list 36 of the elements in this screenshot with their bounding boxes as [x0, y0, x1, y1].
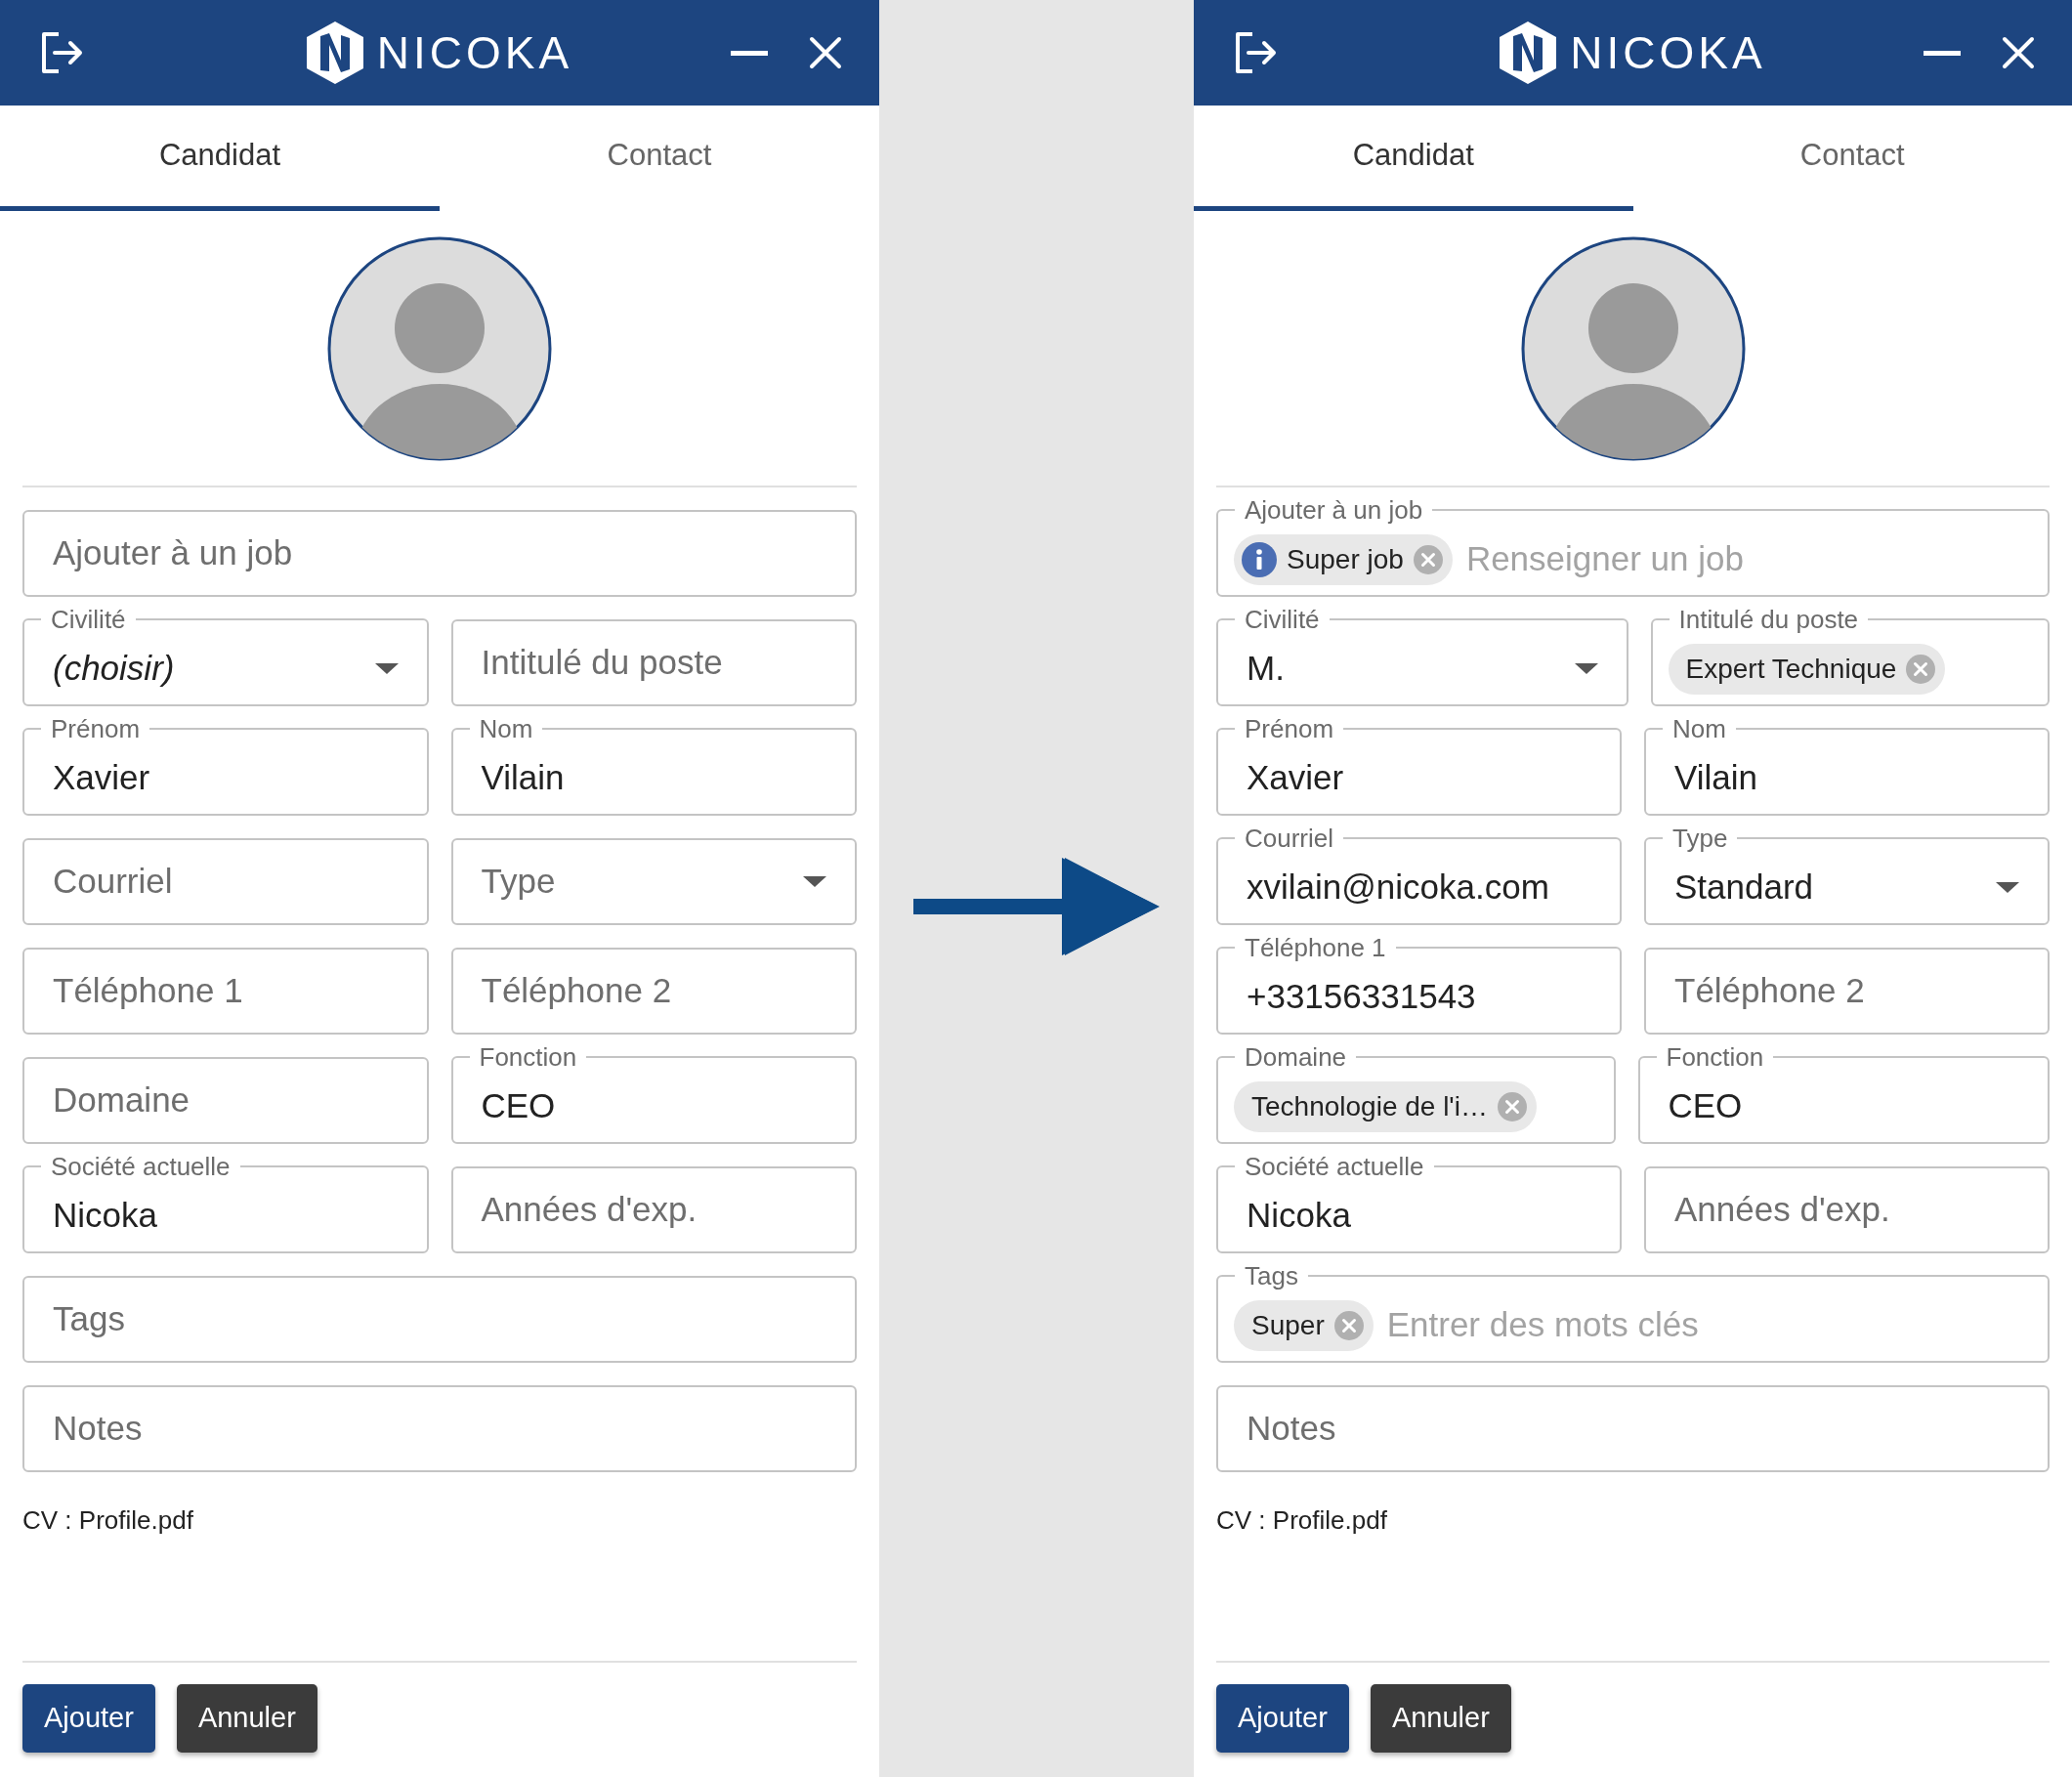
- dropdown-caret-icon: [374, 663, 399, 674]
- chip-label: Expert Technique: [1685, 652, 1897, 686]
- cancel-button[interactable]: Annuler: [176, 1684, 317, 1753]
- dropdown-caret-icon: [803, 876, 826, 887]
- cancel-button[interactable]: Annuler: [1370, 1684, 1511, 1753]
- brand-name: NICOKA: [376, 30, 573, 75]
- close-icon[interactable]: [809, 36, 842, 69]
- text-field[interactable]: Domaine: [22, 1057, 429, 1144]
- text-field[interactable]: Téléphone 1: [22, 948, 429, 1035]
- dropdown-caret-icon: [1574, 663, 1598, 674]
- submit-button[interactable]: Ajouter: [22, 1684, 155, 1753]
- text-field[interactable]: Intitulé du poste: [450, 619, 857, 706]
- text-field[interactable]: Téléphone 2: [1644, 948, 2050, 1035]
- text-field[interactable]: Notes: [22, 1385, 857, 1472]
- minimize-icon[interactable]: [1924, 50, 1961, 56]
- text-field[interactable]: Tags: [22, 1276, 857, 1363]
- chip-label: Technologie de l'i…: [1251, 1089, 1488, 1123]
- chips-field[interactable]: Ajouter à un job: [22, 510, 857, 597]
- brand-name: NICOKA: [1570, 30, 1766, 75]
- select-field[interactable]: Type: [450, 838, 857, 925]
- cv-filename: CV : Profile.pdf: [1216, 1504, 1387, 1537]
- cv-filename: CV : Profile.pdf: [22, 1504, 193, 1537]
- logo-icon: [306, 21, 363, 84]
- text-field[interactable]: Années d'exp.: [450, 1166, 857, 1253]
- text-field[interactable]: Notes: [1216, 1385, 2050, 1472]
- submit-button[interactable]: Ajouter: [1216, 1684, 1349, 1753]
- info-icon: [1242, 541, 1277, 577]
- text-field[interactable]: Téléphone 2: [450, 948, 857, 1035]
- chip-label: Super job: [1287, 542, 1404, 576]
- chip-label: Super: [1251, 1308, 1325, 1342]
- text-field[interactable]: Courriel: [22, 838, 429, 925]
- minimize-icon[interactable]: [731, 50, 768, 56]
- text-field[interactable]: Années d'exp.: [1644, 1166, 2050, 1253]
- logo-icon: [1500, 21, 1557, 84]
- close-icon[interactable]: [2002, 36, 2035, 69]
- dropdown-caret-icon: [1996, 882, 2019, 893]
